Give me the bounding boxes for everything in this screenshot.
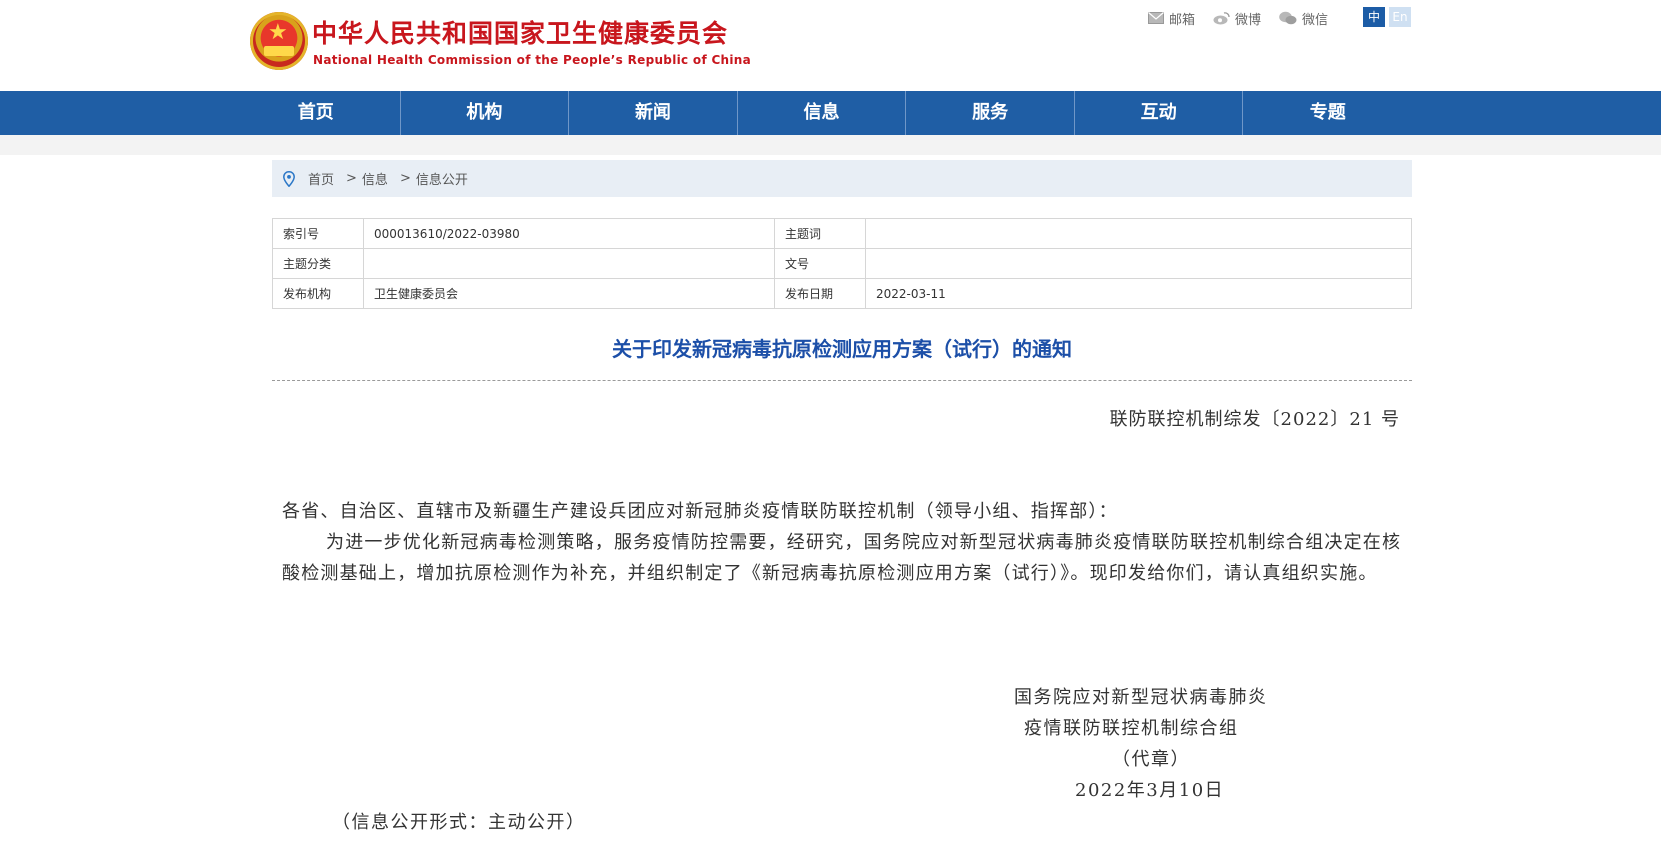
weibo-icon	[1213, 11, 1230, 25]
lang-zh-button[interactable]: 中	[1363, 7, 1385, 27]
nav-item-home[interactable]: 首页	[232, 91, 401, 135]
table-row: 主题分类 文号	[272, 248, 1412, 279]
document-addressee: 各省、自治区、直辖市及新疆生产建设兵团应对新冠肺炎疫情联防联控机制（领导小组、指…	[282, 501, 1118, 522]
breadcrumb-separator: >	[399, 171, 411, 186]
wechat-label: 微信	[1302, 12, 1329, 28]
signature-seal-note: （代章）	[1112, 749, 1190, 770]
nav-item-information[interactable]: 信息	[738, 91, 907, 135]
nav-item-news[interactable]: 新闻	[569, 91, 738, 135]
mail-link[interactable]: 邮箱	[1148, 8, 1195, 28]
title-divider	[272, 380, 1412, 381]
location-pin-icon	[283, 170, 295, 187]
site-name-cn[interactable]: 中华人民共和国国家卫生健康委员会	[312, 14, 728, 50]
index-value: 000013610/2022-03980	[363, 218, 775, 249]
breadcrumb-separator: >	[346, 171, 357, 186]
signature-line-2: 疫情联防联控机制综合组	[1024, 718, 1239, 739]
weibo-link[interactable]: 微博	[1213, 8, 1261, 28]
nav-item-interaction[interactable]: 互动	[1075, 91, 1244, 135]
lang-en-button[interactable]: En	[1389, 7, 1411, 27]
docno-value	[865, 248, 1412, 279]
date-value: 2022-03-11	[865, 278, 1412, 309]
national-emblem-logo[interactable]: ★	[250, 12, 308, 70]
nav-item-topics[interactable]: 专题	[1243, 91, 1412, 135]
site-name-en[interactable]: National Health Commission of the People…	[313, 53, 751, 67]
wechat-icon	[1279, 11, 1297, 25]
site-header: ★ 中华人民共和国国家卫生健康委员会 National Health Commi…	[0, 0, 1661, 91]
document-number: 联防联控机制综发〔2022〕21 号	[1109, 409, 1400, 430]
category-value	[363, 248, 775, 279]
breadcrumb-disclosure[interactable]: 信息公开	[416, 169, 468, 188]
issuer-label: 发布机构	[272, 278, 364, 309]
star-icon: ★	[268, 20, 288, 45]
category-label: 主题分类	[272, 248, 364, 279]
disclosure-note: （信息公开形式：主动公开）	[332, 812, 586, 833]
nav-item-organization[interactable]: 机构	[401, 91, 570, 135]
table-row: 索引号 000013610/2022-03980 主题词	[272, 218, 1412, 249]
table-row: 发布机构 卫生健康委员会 发布日期 2022-03-11	[272, 278, 1412, 309]
signature-line-1: 国务院应对新型冠状病毒肺炎	[1014, 687, 1268, 708]
document-meta-table: 索引号 000013610/2022-03980 主题词 主题分类 文号 发布机…	[272, 218, 1412, 309]
document-title: 关于印发新冠病毒抗原检测应用方案（试行）的通知	[612, 337, 1072, 361]
docno-label: 文号	[774, 248, 866, 279]
nav-item-services[interactable]: 服务	[906, 91, 1075, 135]
keyword-value	[865, 218, 1412, 249]
keyword-label: 主题词	[774, 218, 866, 249]
date-label: 发布日期	[774, 278, 866, 309]
breadcrumb: 首页 > 信息 > 信息公开	[272, 160, 1412, 197]
mail-icon	[1148, 12, 1164, 24]
breadcrumb-home[interactable]: 首页	[308, 169, 334, 188]
issuer-value: 卫生健康委员会	[363, 278, 775, 309]
wechat-link[interactable]: 微信	[1279, 8, 1328, 28]
index-label: 索引号	[272, 218, 364, 249]
main-nav: 首页 机构 新闻 信息 服务 互动 专题	[0, 91, 1661, 135]
top-links: 邮箱 微博 微信	[1148, 8, 1328, 28]
signature-date: 2022年3月10日	[1075, 780, 1225, 801]
weibo-label: 微博	[1235, 12, 1262, 28]
breadcrumb-information[interactable]: 信息	[362, 169, 388, 188]
mail-label: 邮箱	[1169, 12, 1196, 28]
document-paragraph: 为进一步优化新冠病毒检测策略，服务疫情防控需要，经研究，国务院应对新型冠状病毒肺…	[282, 532, 1402, 584]
